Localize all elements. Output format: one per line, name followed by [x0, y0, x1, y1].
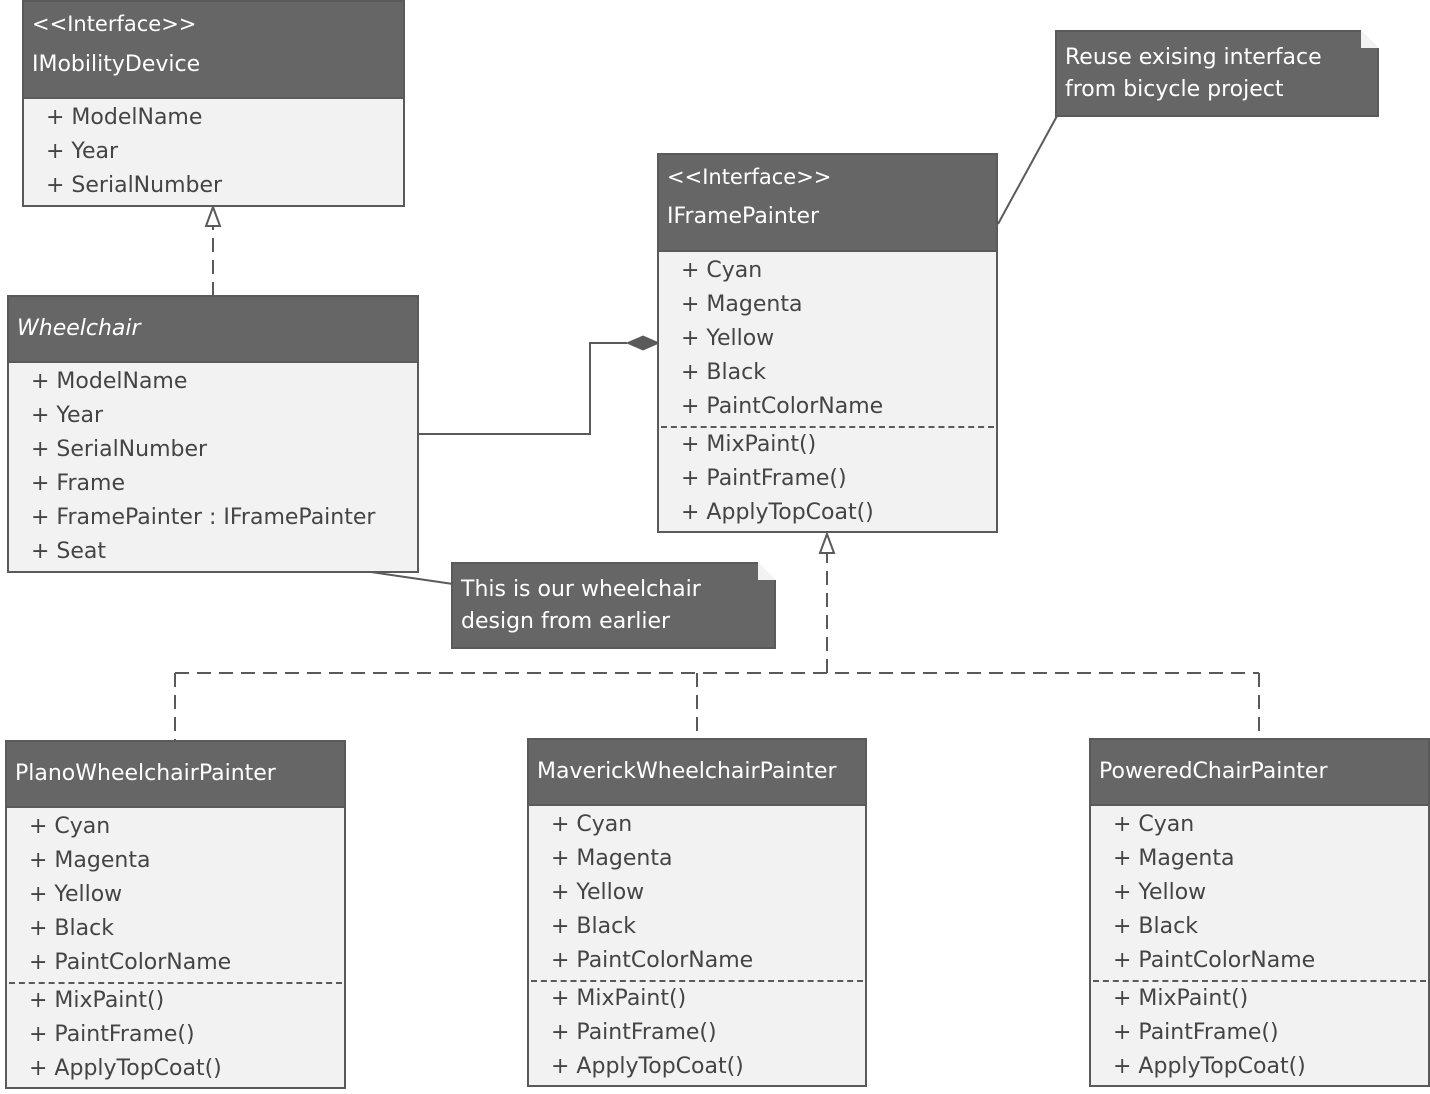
class-iframepainter[interactable]: <<Interface>> IFramePainter + Cyan + Mag…: [657, 153, 998, 533]
class-powered-chair-painter[interactable]: PoweredChairPainter + Cyan + Magenta + Y…: [1089, 738, 1430, 1087]
attributes: + Cyan + Magenta + Yellow + Black + Pain…: [1091, 806, 1428, 978]
operation: + MixPaint(): [29, 988, 165, 1013]
operation: + PaintFrame(): [681, 466, 847, 491]
attribute: + Year: [46, 139, 119, 164]
attribute: + PaintColorName: [29, 950, 232, 975]
attributes: + ModelName + Year + SerialNumber + Fram…: [9, 363, 417, 569]
attribute: + Yellow: [551, 880, 645, 905]
operation: + PaintFrame(): [551, 1020, 717, 1045]
attribute: + Cyan: [551, 812, 633, 837]
operation: + PaintFrame(): [1113, 1020, 1279, 1045]
composition-wheelchair-to-iframepainter: [419, 335, 661, 435]
attributes: + Cyan + Magenta + Yellow + Black + Pain…: [7, 808, 344, 980]
class-name: MaverickWheelchairPainter: [537, 759, 837, 784]
attribute: + Yellow: [681, 326, 775, 351]
attribute: + Magenta: [29, 848, 151, 873]
attributes: + ModelName + Year + SerialNumber: [24, 99, 403, 203]
stereotype-label: <<Interface>>: [32, 12, 197, 36]
note-fold-corner: [758, 562, 776, 580]
attribute: + Seat: [31, 539, 107, 564]
class-name: PoweredChairPainter: [1099, 759, 1328, 784]
attribute: + Black: [551, 914, 636, 939]
operation: + ApplyTopCoat(): [551, 1054, 744, 1079]
stereotype-label: <<Interface>>: [667, 165, 832, 189]
realization-arrowhead: [818, 531, 836, 554]
note-text-line: This is our wheelchair: [461, 577, 701, 602]
note-text-line: from bicycle project: [1065, 77, 1284, 102]
operation: + PaintFrame(): [29, 1022, 195, 1047]
note-anchor-reuse: [997, 115, 1058, 225]
attributes: + Cyan + Magenta + Yellow + Black + Pain…: [529, 806, 865, 978]
note-text-line: design from earlier: [461, 609, 671, 634]
class-plano-wheelchair-painter[interactable]: PlanoWheelchairPainter + Cyan + Magenta …: [5, 740, 346, 1089]
attribute: + Yellow: [29, 882, 123, 907]
class-header: PoweredChairPainter: [1091, 740, 1428, 806]
operation: + ApplyTopCoat(): [681, 500, 874, 525]
class-name: IMobilityDevice: [32, 52, 201, 77]
attribute: + Frame: [31, 471, 125, 496]
attributes: + Cyan + Magenta + Yellow + Black + Pain…: [659, 252, 996, 424]
attribute: + Magenta: [681, 292, 803, 317]
class-maverick-wheelchair-painter[interactable]: MaverickWheelchairPainter + Cyan + Magen…: [527, 738, 867, 1087]
note-wheelchair-design[interactable]: This is our wheelchair design from earli…: [451, 562, 776, 649]
operation: + ApplyTopCoat(): [1113, 1054, 1306, 1079]
operation: + MixPaint(): [681, 432, 817, 457]
note-text-line: Reuse exising interface: [1065, 45, 1322, 70]
attribute: + Yellow: [1113, 880, 1207, 905]
attribute: + ModelName: [46, 105, 203, 130]
class-imobility-device[interactable]: <<Interface>> IMobilityDevice + ModelNam…: [22, 0, 405, 207]
attribute: + SerialNumber: [31, 437, 208, 462]
attribute: + Cyan: [1113, 812, 1195, 837]
attribute: + ModelName: [31, 369, 188, 394]
attribute: + FramePainter : IFramePainter: [31, 505, 376, 530]
class-name: PlanoWheelchairPainter: [15, 761, 276, 786]
attribute: + Black: [1113, 914, 1198, 939]
realization-wheelchair-to-imobility: [204, 204, 222, 296]
attribute: + PaintColorName: [681, 394, 884, 419]
attribute: + Black: [681, 360, 766, 385]
class-name: Wheelchair: [17, 316, 141, 341]
class-header: PlanoWheelchairPainter: [7, 742, 344, 808]
class-name: IFramePainter: [667, 204, 820, 229]
attribute: + SerialNumber: [46, 173, 223, 198]
operation: + MixPaint(): [1113, 986, 1249, 1011]
class-header: <<Interface>> IMobilityDevice: [24, 2, 403, 99]
class-header: Wheelchair: [9, 297, 417, 363]
attribute: + Cyan: [681, 258, 763, 283]
attribute: + Magenta: [1113, 846, 1235, 871]
operations: + MixPaint() + PaintFrame() + ApplyTopCo…: [1091, 982, 1428, 1084]
class-wheelchair[interactable]: Wheelchair + ModelName + Year + SerialNu…: [7, 295, 419, 573]
operations: + MixPaint() + PaintFrame() + ApplyTopCo…: [659, 428, 996, 530]
operation: + MixPaint(): [551, 986, 687, 1011]
attribute: + Magenta: [551, 846, 673, 871]
class-header: MaverickWheelchairPainter: [529, 740, 865, 806]
attribute: + Year: [31, 403, 104, 428]
note-fold-corner: [1361, 30, 1379, 48]
note-reuse-interface[interactable]: Reuse exising interface from bicycle pro…: [1055, 30, 1379, 117]
class-header: <<Interface>> IFramePainter: [659, 155, 996, 252]
attribute: + PaintColorName: [551, 948, 754, 973]
attribute: + PaintColorName: [1113, 948, 1316, 973]
operation: + ApplyTopCoat(): [29, 1056, 222, 1081]
attribute: + Black: [29, 916, 114, 941]
composition-diamond: [625, 335, 661, 351]
operations: + MixPaint() + PaintFrame() + ApplyTopCo…: [7, 984, 344, 1086]
operations: + MixPaint() + PaintFrame() + ApplyTopCo…: [529, 982, 865, 1084]
attribute: + Cyan: [29, 814, 111, 839]
realization-arrowhead: [204, 204, 222, 227]
